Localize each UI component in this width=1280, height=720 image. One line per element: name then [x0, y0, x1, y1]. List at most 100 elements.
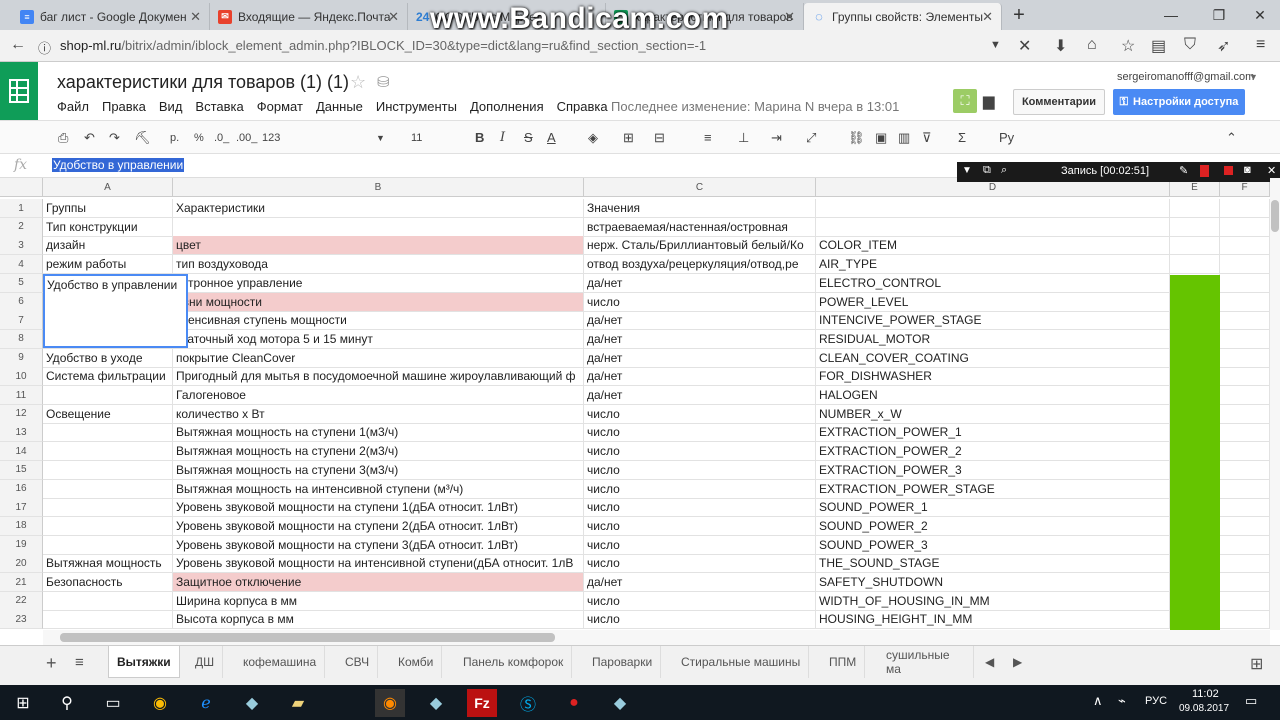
row-header[interactable]: 20 [0, 554, 43, 574]
cell-d[interactable]: FOR_DISHWASHER [816, 367, 1170, 387]
comment-icon[interactable]: ▆ [983, 92, 995, 110]
star-icon[interactable]: ☆ [350, 72, 366, 93]
row-header[interactable]: 15 [0, 460, 43, 480]
cell-a[interactable]: Система фильтрации [43, 367, 173, 387]
merge-cells-icon[interactable]: ⊟ [654, 130, 665, 146]
cell-b[interactable]: Ширина корпуса в мм [173, 591, 584, 611]
fill-color-icon[interactable]: ◈ [588, 130, 598, 146]
cell-c[interactable]: число [584, 535, 816, 555]
cell-c[interactable]: встраеваемая/настенная/островная [584, 217, 816, 237]
chart-icon[interactable]: ▥ [898, 130, 910, 146]
cell-b[interactable]: Характеристики [173, 199, 584, 218]
cell-d[interactable]: ELECTRO_CONTROL [816, 273, 1170, 293]
spreadsheet-grid[interactable]: A B C D E F 1 Группы Характеристики Значени… [0, 178, 1270, 630]
comment-insert-icon[interactable]: ▣ [875, 130, 887, 146]
text-rotate-icon[interactable]: ⤢ [806, 130, 816, 146]
cell-c[interactable]: число [584, 479, 816, 499]
text-color-icon[interactable]: A [547, 130, 556, 145]
new-tab-button[interactable]: + [1002, 0, 1036, 30]
cell-a[interactable] [43, 386, 173, 405]
cell-b[interactable]: Уровень звуковой мощности на ступени 2(д… [173, 516, 584, 536]
cell-d[interactable]: INTENCIVE_POWER_STAGE [816, 311, 1170, 331]
cell-b[interactable]: Вытяжная мощность на ступени 3(м3/ч) [173, 460, 584, 480]
cell-f[interactable] [1220, 236, 1270, 256]
cell-a[interactable] [43, 460, 173, 480]
cell-f[interactable] [1220, 367, 1270, 387]
cell-d[interactable]: POWER_LEVEL [816, 292, 1170, 312]
cell-d[interactable]: EXTRACTION_POWER_2 [816, 442, 1170, 462]
cell-d[interactable]: HOUSING_HEIGHT_IN_MM [816, 610, 1170, 630]
sheet-tab-2[interactable]: кофемашина [235, 646, 326, 678]
sheets-logo-icon[interactable] [0, 62, 38, 120]
cell-c[interactable]: Значения [584, 199, 816, 218]
cell-c[interactable]: число [584, 404, 816, 424]
chrome-icon[interactable]: ◉ [145, 689, 175, 717]
select-all-corner[interactable] [0, 178, 43, 197]
cell-f[interactable] [1220, 535, 1270, 555]
recorder-menu-icon[interactable]: ▼ [962, 165, 972, 176]
cell-f[interactable] [1220, 554, 1270, 574]
italic-icon[interactable]: I [500, 130, 505, 145]
scroll-tabs-left-icon[interactable]: ◀ [985, 655, 994, 669]
cell-b[interactable]: Уровень звуковой мощности на ступени 1(д… [173, 498, 584, 518]
cell-f[interactable] [1220, 479, 1270, 499]
cell-c[interactable]: число [584, 423, 816, 443]
row-header[interactable]: 22 [0, 591, 43, 611]
language-indicator[interactable]: РУС [1145, 695, 1167, 707]
pencil-icon[interactable]: ✎ [1179, 164, 1188, 177]
row-header[interactable]: 4 [0, 255, 43, 275]
cell-b[interactable]: покрытие CleanCover [173, 348, 584, 368]
column-header-b[interactable]: B [173, 178, 584, 197]
text-wrap-icon[interactable]: ⇥ [771, 130, 782, 146]
sheet-tab-5[interactable]: Панель комфорок [455, 646, 573, 678]
cell-a[interactable] [43, 610, 173, 630]
recorder-zoom-icon[interactable]: ⌕ [1001, 164, 1007, 177]
menu-help[interactable]: Справка [557, 99, 608, 114]
camera-icon[interactable]: ◙ [1244, 164, 1251, 176]
row-header[interactable]: 14 [0, 442, 43, 462]
browser-tab-1[interactable]: ≡ баг лист - Google Докумен ✕ [12, 3, 210, 30]
cell-d[interactable]: HALOGEN [816, 386, 1170, 405]
row-header[interactable]: 18 [0, 516, 43, 536]
explore-icon[interactable]: ⊞ [1250, 654, 1263, 674]
cell-f[interactable] [1220, 404, 1270, 424]
file-explorer-icon[interactable]: ▰ [283, 689, 313, 717]
back-icon[interactable]: ← [10, 36, 26, 54]
cell-f[interactable] [1220, 348, 1270, 368]
close-icon[interactable]: ✕ [982, 9, 993, 25]
sheet-tab-6[interactable]: Пароварки [584, 646, 662, 678]
cell-c[interactable]: число [584, 610, 816, 630]
cell-c[interactable]: нерж. Сталь/Бриллиантовый белый/Ко [584, 236, 816, 256]
cell-a[interactable] [43, 442, 173, 462]
cell-b[interactable]: ектронное управление [173, 273, 584, 293]
cell-c[interactable]: да/нет [584, 273, 816, 293]
cell-c[interactable]: да/нет [584, 311, 816, 331]
document-title[interactable]: характеристики для товаров (1) (1) [57, 72, 349, 93]
row-header[interactable]: 2 [0, 217, 43, 237]
row-header[interactable]: 21 [0, 573, 43, 592]
cell-a[interactable]: режим работы [43, 255, 173, 275]
cell-b[interactable]: Вытяжная мощность на ступени 2(м3/ч) [173, 442, 584, 462]
sheet-tab-9[interactable]: сушильные ма [878, 646, 974, 678]
filezilla-icon[interactable]: Fz [467, 689, 497, 717]
cell-b[interactable]: тип воздуховода [173, 255, 584, 275]
network-icon[interactable]: ⌁ [1118, 693, 1126, 709]
cell-b[interactable]: статочный ход мотора 5 и 15 минут [173, 329, 584, 349]
dropdown-icon[interactable]: ▼ [990, 39, 1001, 51]
browser-tab-2[interactable]: ✉ Входящие — Яндекс.Почта ✕ [210, 3, 408, 30]
font-size-dropdown[interactable]: 11 [411, 132, 422, 144]
row-header[interactable]: 17 [0, 498, 43, 518]
row-header[interactable]: 1 [0, 199, 43, 218]
row-header[interactable]: 16 [0, 479, 43, 499]
cell-c[interactable]: число [584, 591, 816, 611]
cell-c[interactable]: да/нет [584, 386, 816, 405]
row-header[interactable]: 23 [0, 610, 43, 630]
row-header[interactable]: 11 [0, 386, 43, 405]
cell-b[interactable]: цвет [173, 236, 584, 256]
cell-c[interactable]: число [584, 554, 816, 574]
browser-tab-5-active[interactable]: ◌ Группы свойств: Элементы ✕ [804, 3, 1002, 30]
comments-button[interactable]: Комментарии [1013, 89, 1105, 115]
record-icon[interactable] [1200, 165, 1209, 177]
reading-list-icon[interactable]: ▤ [1151, 36, 1166, 56]
cell-a[interactable]: Тип конструкции [43, 217, 173, 237]
